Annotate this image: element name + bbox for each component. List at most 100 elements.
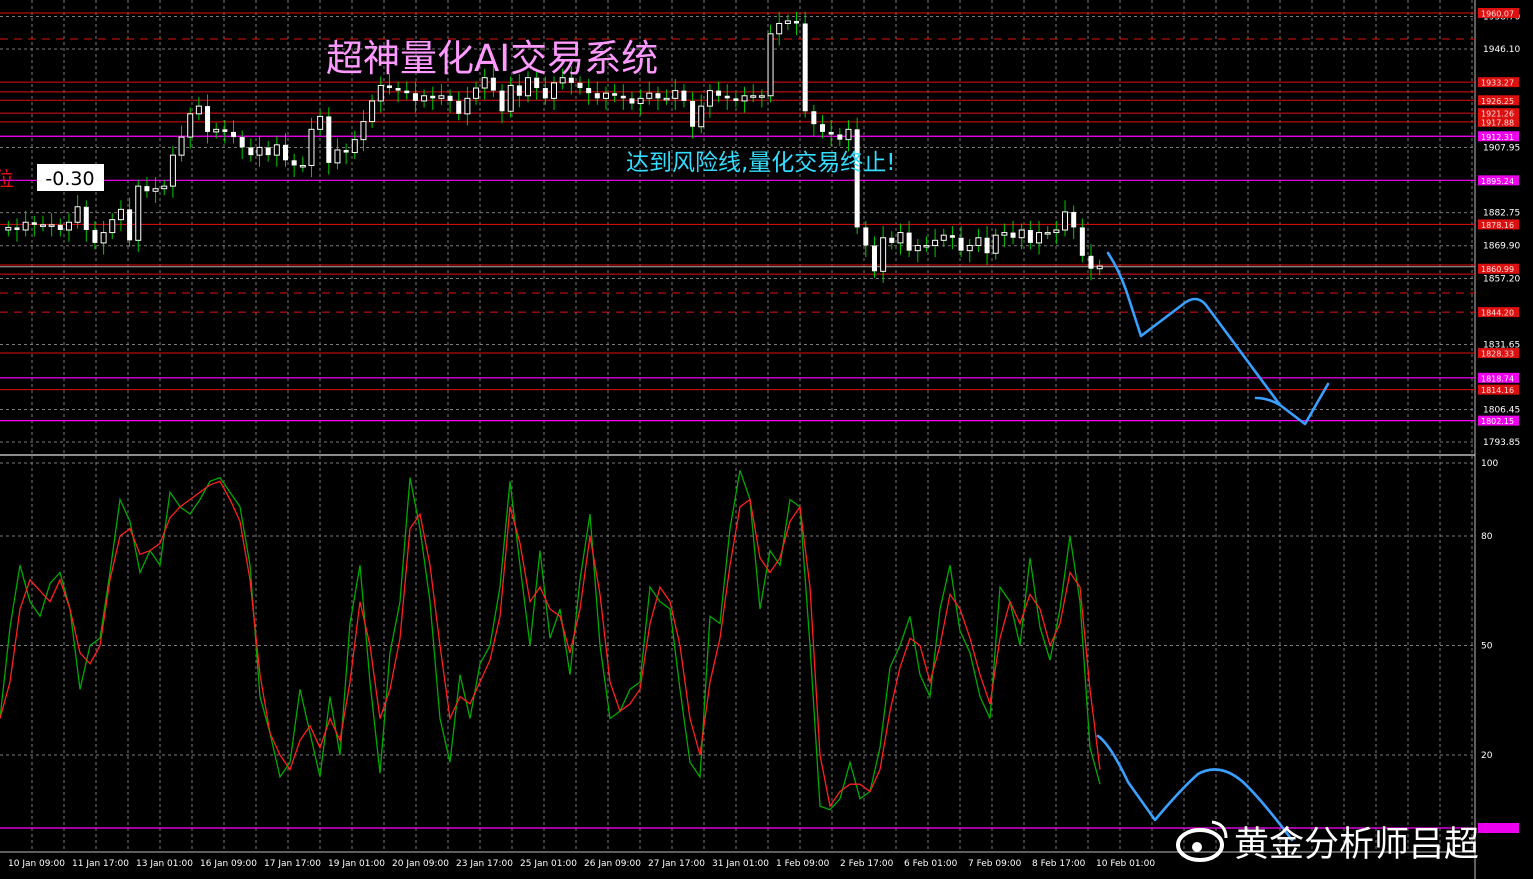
magenta-level-label: 1912.31 bbox=[1481, 133, 1514, 142]
candle-body-up bbox=[602, 92, 609, 99]
candle-body-up bbox=[897, 232, 904, 244]
candle-body-up bbox=[663, 97, 670, 101]
candle-body-down bbox=[889, 237, 895, 243]
x-tick-label: 23 Jan 17:00 bbox=[456, 859, 513, 869]
candle-body-up bbox=[776, 22, 783, 35]
osc-y-tick-label: 50 bbox=[1481, 642, 1493, 652]
x-tick-label: 13 Jan 01:00 bbox=[136, 859, 193, 869]
candle-body-up bbox=[845, 128, 852, 141]
x-tick-label: 8 Feb 17:00 bbox=[1032, 859, 1086, 869]
candle-body-up bbox=[1044, 232, 1051, 235]
candle-body-up bbox=[507, 84, 514, 112]
candle-body-up bbox=[22, 221, 29, 231]
candle-body-up bbox=[187, 113, 194, 138]
watermark-text: 黄金分析师吕超 bbox=[1234, 825, 1479, 865]
candle-body-down bbox=[404, 90, 410, 94]
candle-body-down bbox=[828, 131, 834, 135]
candle-body-up bbox=[473, 87, 480, 99]
candle-body-down bbox=[820, 124, 826, 132]
candle-body-down bbox=[716, 90, 722, 96]
candle-body-up bbox=[195, 105, 202, 115]
candle-body-up bbox=[135, 185, 142, 241]
candle-body-up bbox=[421, 95, 428, 102]
x-tick-label: 6 Feb 01:00 bbox=[904, 859, 958, 869]
y-tick-label: 1806.45 bbox=[1483, 406, 1520, 416]
candle-body-up bbox=[992, 234, 999, 254]
red-level-label: 1844.20 bbox=[1481, 309, 1514, 318]
candle-body-up bbox=[1062, 211, 1069, 231]
candle-body-down bbox=[863, 227, 869, 246]
x-tick-label: 19 Jan 01:00 bbox=[328, 859, 385, 869]
y-tick-label: 1857.20 bbox=[1483, 275, 1520, 285]
candle-body-up bbox=[637, 97, 644, 105]
candle-body-down bbox=[837, 134, 843, 140]
risk-notice: 达到风险线,量化交易终止! bbox=[626, 150, 896, 176]
candle-body-down bbox=[386, 85, 392, 89]
chart-title: 超神量化AI交易系统 bbox=[326, 37, 658, 80]
candle-body-down bbox=[456, 100, 462, 114]
candle-body-up bbox=[308, 128, 315, 166]
candle-body-down bbox=[92, 230, 98, 243]
candle-body-down bbox=[733, 98, 739, 101]
candle-body-down bbox=[690, 100, 696, 127]
chart-background bbox=[0, 0, 1533, 879]
candle-body-up bbox=[880, 237, 887, 272]
x-tick-label: 2 Feb 17:00 bbox=[840, 859, 894, 869]
x-tick-label: 27 Jan 17:00 bbox=[648, 859, 705, 869]
candle-body-down bbox=[1010, 232, 1016, 238]
candle-body-down bbox=[612, 93, 618, 96]
candle-body-down bbox=[430, 95, 436, 99]
y-tick-label: 1793.85 bbox=[1483, 438, 1520, 448]
magenta-level-label: 1895.24 bbox=[1481, 177, 1514, 186]
candle-body-up bbox=[39, 224, 46, 227]
candle-body-up bbox=[767, 33, 774, 97]
candle-body-up bbox=[525, 77, 532, 97]
candle-body-up bbox=[273, 144, 280, 156]
candle-body-up bbox=[672, 90, 679, 99]
candle-body-up bbox=[914, 244, 921, 252]
candle-body-down bbox=[343, 149, 349, 153]
x-tick-label: 31 Jan 01:00 bbox=[712, 859, 769, 869]
red-level-label: 1828.33 bbox=[1481, 350, 1514, 359]
candle-body-down bbox=[499, 90, 505, 112]
candle-body-up bbox=[334, 149, 341, 164]
candle-body-up bbox=[1018, 229, 1025, 239]
red-level-label: 1878.16 bbox=[1481, 221, 1514, 230]
candle-body-down bbox=[629, 98, 635, 104]
candle-body-up bbox=[464, 97, 471, 115]
candle-body-up bbox=[966, 244, 973, 252]
candle-body-up bbox=[213, 128, 220, 133]
candle-body-down bbox=[265, 147, 271, 156]
chart-canvas: 1958.701946.101907.951882.751869.901857.… bbox=[0, 0, 1533, 879]
osc-y-tick-label: 80 bbox=[1481, 532, 1493, 542]
candle-body-down bbox=[412, 93, 418, 101]
candle-body-up bbox=[256, 146, 263, 156]
candle-body-up bbox=[975, 237, 982, 246]
candle-body-down bbox=[1079, 227, 1085, 256]
candle-body-down bbox=[577, 82, 583, 89]
candle-body-up bbox=[698, 105, 705, 128]
candle-body-up bbox=[940, 234, 947, 241]
magenta-level-label: 1818.74 bbox=[1481, 374, 1514, 383]
candle-body-up bbox=[360, 121, 367, 141]
magenta-level-label: 1802.15 bbox=[1481, 417, 1514, 426]
candle-body-up bbox=[1001, 232, 1008, 236]
x-tick-label: 1 Feb 09:00 bbox=[776, 859, 830, 869]
candle-body-down bbox=[282, 144, 288, 161]
red-level-label: 1933.27 bbox=[1481, 79, 1514, 88]
candle-body-down bbox=[516, 85, 522, 96]
x-tick-label: 16 Jan 09:00 bbox=[200, 859, 257, 869]
candle-body-up bbox=[784, 20, 791, 24]
candle-body-down bbox=[594, 93, 600, 99]
candle-body-down bbox=[291, 160, 297, 166]
candle-body-down bbox=[57, 224, 63, 230]
candle-body-down bbox=[906, 232, 912, 251]
candle-body-up bbox=[923, 244, 930, 248]
candle-body-down bbox=[984, 237, 990, 254]
candle-body-down bbox=[542, 88, 548, 99]
candle-body-down bbox=[681, 90, 687, 101]
candle-body-down bbox=[205, 106, 211, 132]
candle-body-down bbox=[248, 147, 254, 156]
candle-body-down bbox=[83, 206, 89, 230]
candle-body-up bbox=[100, 232, 107, 244]
